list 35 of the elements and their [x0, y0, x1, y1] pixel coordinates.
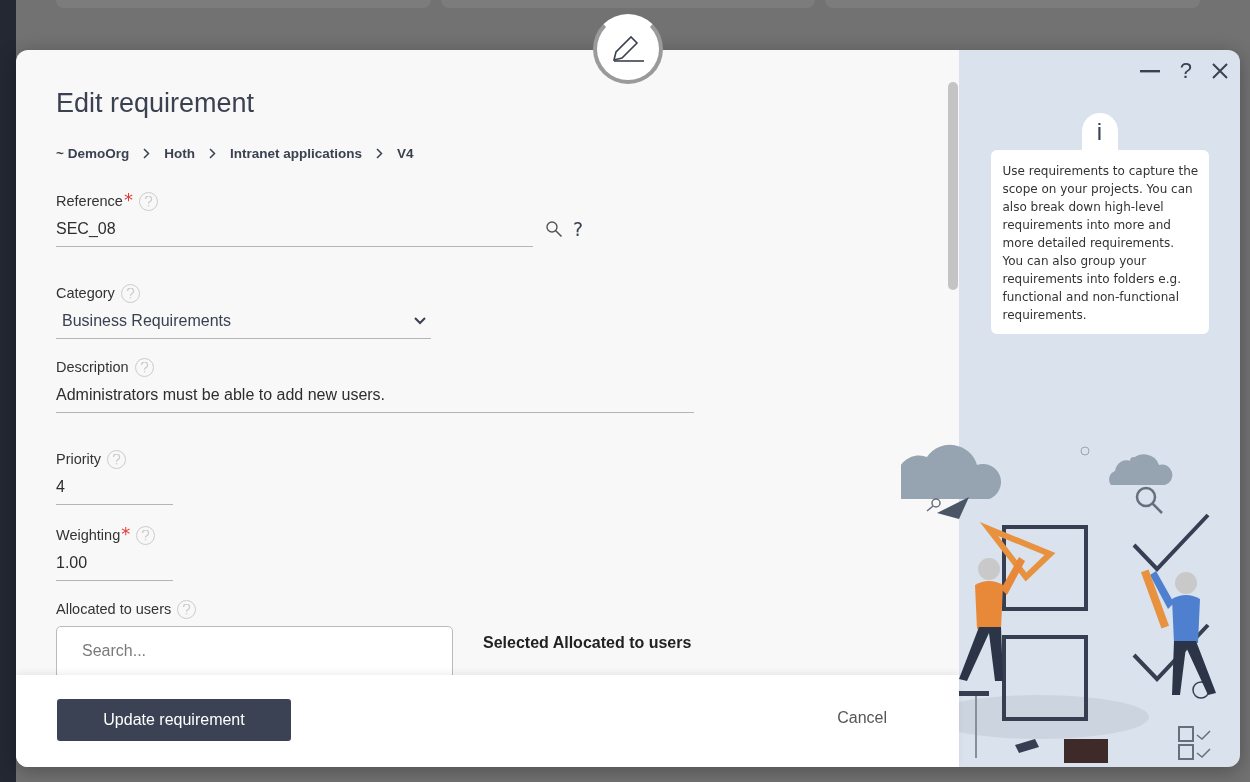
chevron-right-icon: [143, 148, 151, 159]
field-label: Weighting: [56, 527, 121, 543]
section-heading: Selected Allocated to users: [483, 634, 692, 652]
field-label: Allocated to users: [56, 601, 172, 617]
breadcrumb-item[interactable]: Intranet applications: [229, 146, 362, 161]
field-label: Category: [56, 285, 115, 301]
required-mark: *: [121, 525, 131, 543]
minimize-button[interactable]: [1139, 69, 1160, 73]
help-text: Use requirements to capture the scope on your projects. You can also break down high-level requirements into more and more detailed requirements. You can also group your requirements into folders e.g. functional and non-functional requirements.: [990, 150, 1209, 334]
breadcrumb-item[interactable]: ~ DemoOrg: [56, 146, 130, 161]
help-button[interactable]: ?: [1179, 58, 1192, 84]
cancel-button[interactable]: Cancel: [833, 705, 891, 731]
scrollbar-thumb[interactable]: [948, 82, 958, 290]
chevron-down-icon: [413, 315, 427, 326]
update-button[interactable]: Update requirement: [57, 699, 291, 741]
chevron-right-icon: [208, 148, 216, 159]
field-label: Priority: [56, 451, 102, 467]
pencil-icon: [611, 34, 645, 64]
search-field[interactable]: Search...: [56, 626, 453, 675]
field-label: Reference: [56, 193, 123, 209]
dialog-title: Edit requirement: [56, 87, 255, 120]
help-link[interactable]: ?: [573, 218, 584, 240]
reference-field[interactable]: SEC_08: [56, 211, 533, 247]
breadcrumb-item[interactable]: V4: [396, 146, 414, 161]
search-icon[interactable]: [545, 220, 563, 238]
close-button[interactable]: [1212, 63, 1228, 79]
number-field[interactable]: 1.00: [56, 545, 173, 581]
number-field[interactable]: 4: [56, 469, 173, 505]
breadcrumb-item[interactable]: Hoth: [164, 146, 195, 161]
required-mark: *: [123, 191, 133, 209]
category-select[interactable]: Business Requirements: [56, 303, 431, 339]
info-badge: i: [1081, 113, 1118, 151]
description-field[interactable]: Administrators must be able to add new users.: [56, 377, 694, 413]
chevron-right-icon: [375, 148, 383, 159]
field-label: Description: [56, 359, 129, 375]
